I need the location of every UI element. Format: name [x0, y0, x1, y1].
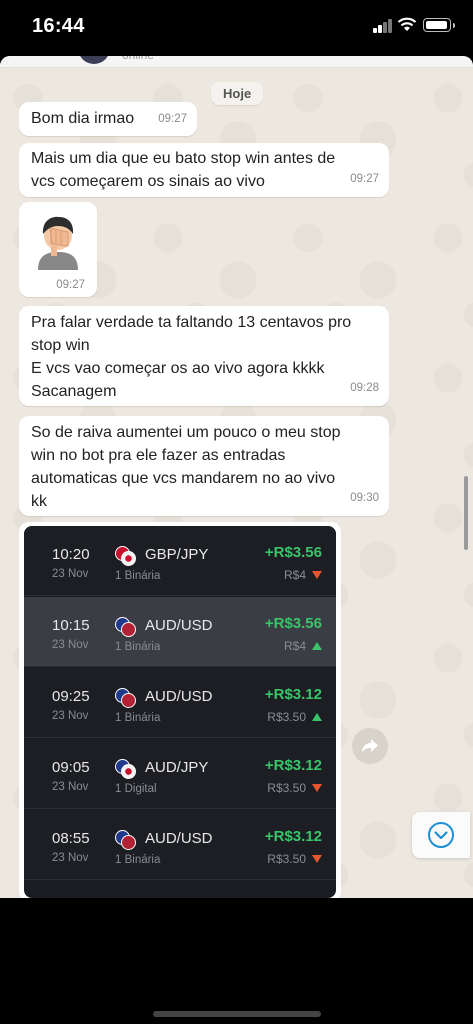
keyboard-area [0, 898, 473, 1024]
trade-history-image[interactable]: 10:20 23 Nov GBP/JPY 1 Binária +R$3.56 R$4 10:… [19, 522, 341, 898]
currency-pair-flag-icon [115, 617, 136, 637]
trade-date: 23 Nov [52, 852, 89, 864]
status-time: 16:44 [32, 15, 85, 37]
arrow-up-icon [312, 642, 322, 650]
date-chip: Hoje [211, 82, 264, 105]
arrow-down-icon [312, 784, 322, 792]
trade-date: 23 Nov [52, 710, 89, 722]
contact-status: online [122, 56, 154, 62]
message-bubble[interactable]: Mais um dia que eu bato stop win antes d… [19, 143, 389, 197]
trade-pair: AUD/USD [145, 617, 213, 634]
message-line: E vcs vao começar os ao vivo agora kkkk [31, 360, 325, 377]
trade-row: 10:15 23 Nov AUD/USD 1 Binária +R$3.56 R$4 [24, 597, 336, 667]
message-bubble[interactable]: Bom dia irmao 09:27 [19, 102, 197, 136]
trade-row: 09:05 23 Nov AUD/JPY 1 Digital +R$3.12 R$3.50 [24, 739, 336, 809]
forward-icon [362, 739, 378, 753]
trade-amount: R$4 [283, 568, 306, 582]
trade-time: 09:25 [52, 688, 90, 705]
currency-pair-flag-icon [115, 688, 136, 708]
trade-time: 10:20 [52, 546, 90, 563]
facepalm-sticker-icon [38, 216, 78, 270]
chevron-down-icon [428, 822, 454, 848]
battery-icon [423, 18, 455, 32]
currency-pair-flag-icon [115, 546, 136, 566]
message-line: Pra falar verdade ta faltando 13 centavo… [31, 314, 352, 354]
trade-type: 1 Binária [115, 570, 161, 582]
trade-type: 1 Digital [115, 783, 157, 795]
trade-date: 23 Nov [52, 781, 89, 793]
wifi-icon [397, 17, 417, 31]
message-line: Sacanagem [31, 383, 117, 400]
trade-profit: +R$3.12 [264, 686, 322, 703]
currency-pair-flag-icon [115, 759, 136, 779]
trade-time: 10:15 [52, 617, 90, 634]
trade-amount: R$4 [283, 639, 306, 653]
message-time: 09:27 [350, 173, 379, 185]
message-time: 09:27 [56, 279, 85, 291]
trade-type: 1 Binária [115, 854, 161, 866]
home-indicator[interactable] [153, 1011, 321, 1017]
arrow-up-icon [312, 713, 322, 721]
scroll-to-bottom-button[interactable] [412, 812, 470, 858]
message-text: Mais um dia que eu bato stop win antes d… [31, 150, 336, 190]
avatar[interactable] [78, 56, 110, 64]
trade-profit: +R$3.12 [264, 828, 322, 845]
message-time: 09:30 [350, 492, 379, 504]
trade-amount: R$3.50 [267, 710, 306, 724]
trade-amount: R$3.50 [267, 852, 306, 866]
trade-row: 10:20 23 Nov GBP/JPY 1 Binária +R$3.56 R$4 [24, 526, 336, 596]
trade-date: 23 Nov [52, 568, 89, 580]
trade-type: 1 Binária [115, 641, 161, 653]
message-time: 09:27 [158, 113, 187, 125]
trade-pair: AUD/USD [145, 830, 213, 847]
trade-type: 1 Binária [115, 712, 161, 724]
scrollbar[interactable] [464, 476, 468, 550]
trade-time: 08:55 [52, 830, 90, 847]
arrow-down-icon [312, 571, 322, 579]
cellular-signal-icon [373, 19, 393, 33]
chat-area[interactable]: online Hoje Bom dia irmao 09:27 Mais um … [0, 56, 473, 898]
message-text: So de raiva aumentei um pouco o meu stop… [31, 424, 341, 510]
message-bubble[interactable]: Pra falar verdade ta faltando 13 centavo… [19, 306, 389, 406]
status-bar: 16:44 [0, 0, 473, 56]
arrow-down-icon [312, 855, 322, 863]
trade-row: 09:25 23 Nov AUD/USD 1 Binária +R$3.12 R$3.50 [24, 668, 336, 738]
message-bubble[interactable]: So de raiva aumentei um pouco o meu stop… [19, 416, 389, 516]
trade-date: 23 Nov [52, 639, 89, 651]
message-time: 09:28 [350, 382, 379, 394]
trade-pair: AUD/USD [145, 688, 213, 705]
trade-amount: R$3.50 [267, 781, 306, 795]
sticker-message[interactable]: 09:27 [19, 202, 97, 297]
currency-pair-flag-icon [115, 830, 136, 850]
forward-button[interactable] [352, 728, 388, 764]
trade-profit: +R$3.12 [264, 757, 322, 774]
trade-profit: +R$3.56 [264, 544, 322, 561]
trade-row: 08:55 23 Nov AUD/USD 1 Binária +R$3.12 R$3.50 [24, 810, 336, 880]
trade-time: 09:05 [52, 759, 90, 776]
trade-list: 10:20 23 Nov GBP/JPY 1 Binária +R$3.56 R$4 10:… [24, 526, 336, 898]
trade-pair: AUD/JPY [145, 759, 209, 776]
trade-pair: GBP/JPY [145, 546, 209, 563]
chat-header[interactable]: online [0, 56, 473, 68]
trade-profit: +R$3.56 [264, 615, 322, 632]
